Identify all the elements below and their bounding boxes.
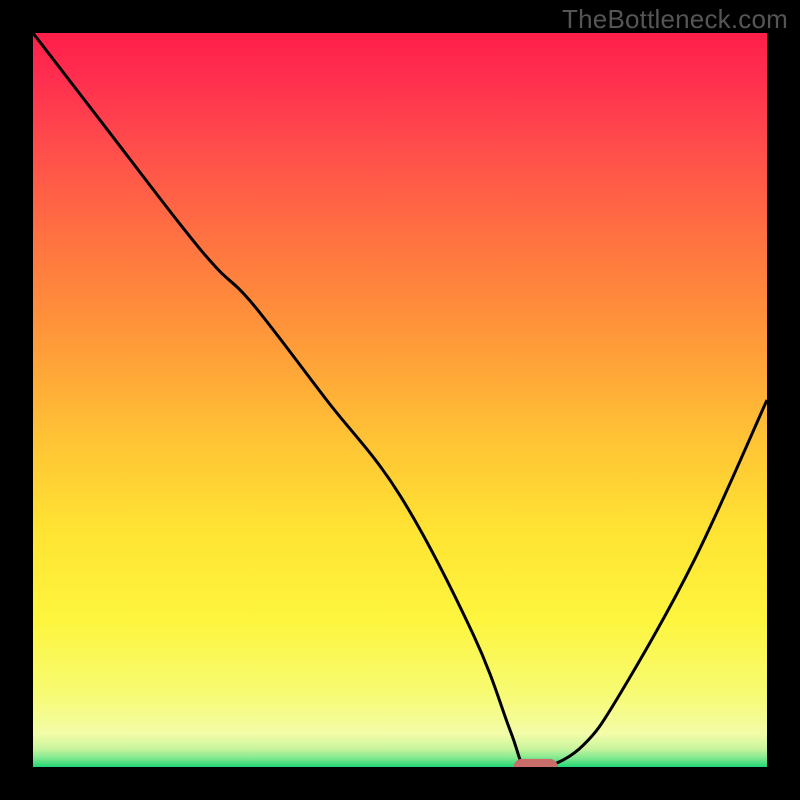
chart-frame: TheBottleneck.com bbox=[0, 0, 800, 800]
watermark-text: TheBottleneck.com bbox=[562, 4, 788, 35]
gradient-background bbox=[33, 33, 767, 767]
bottleneck-chart bbox=[0, 0, 800, 800]
